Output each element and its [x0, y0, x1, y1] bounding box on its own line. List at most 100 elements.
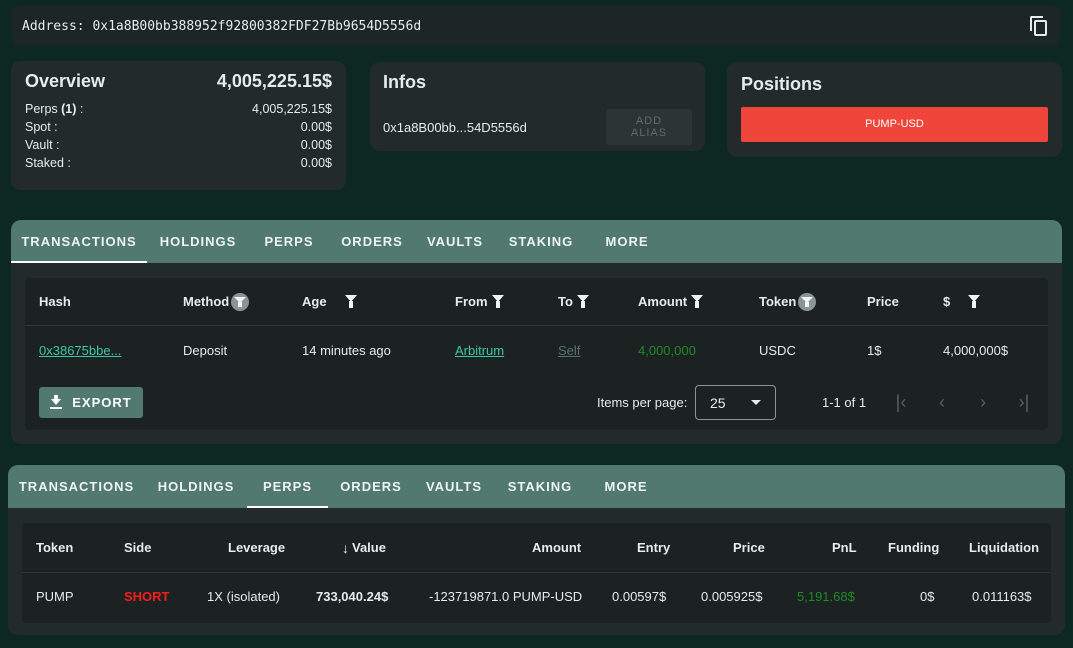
overview-row-perps: Perps (1) : 4,005,225.15$: [25, 100, 332, 118]
tx-usd: 4,000,000$: [943, 342, 1009, 358]
overview-label-count: (1): [61, 102, 77, 116]
overview-value: 0.00$: [300, 120, 332, 134]
perp-side: SHORT: [124, 588, 170, 604]
arrow-down-icon[interactable]: ↓: [342, 540, 349, 556]
short-address: 0x1a8B00bb...54D5556d: [383, 119, 527, 135]
tx-age: 14 minutes ago: [302, 342, 391, 358]
perp-entry: 0.00597$: [612, 588, 667, 604]
chevron-down-icon: [751, 400, 761, 405]
header-label: Side: [124, 540, 152, 555]
transactions-panel: TRANSACTIONS HOLDINGS PERPS ORDERS VAULT…: [11, 220, 1062, 444]
perps-table: Token Side Leverage ↓ Value Amount Entry …: [22, 523, 1051, 623]
perp-value: 733,040.24$: [316, 588, 389, 604]
table-row: 0x38675bbe... Deposit 14 minutes ago Arb…: [25, 326, 1048, 374]
prev-page-icon[interactable]: ‹: [932, 392, 952, 412]
tab-staking[interactable]: STAKING: [494, 465, 586, 508]
tx-token: USDC: [759, 342, 796, 358]
items-per-page-select[interactable]: 25: [695, 385, 776, 420]
tx-amount: 4,000,000: [638, 342, 696, 358]
filter-icon[interactable]: [576, 295, 589, 308]
tab-perps[interactable]: PERPS: [249, 220, 329, 263]
table-row: PUMP SHORT 1X (isolated) 733,040.24$ -12…: [22, 573, 1051, 619]
col-to: To: [558, 294, 589, 309]
overview-label: Staked :: [25, 156, 71, 170]
header-label: Liquidation: [969, 540, 1040, 555]
tab-orders[interactable]: ORDERS: [328, 465, 414, 508]
tab-more[interactable]: MORE: [586, 465, 666, 508]
col-token: Token: [759, 292, 817, 311]
tx-to-link[interactable]: Self: [558, 343, 580, 358]
infos-title: Infos: [383, 72, 426, 92]
tab-vaults[interactable]: VAULTS: [414, 465, 494, 508]
positions-card: Positions PUMP-USD: [727, 62, 1062, 157]
header-label: Amount: [638, 294, 688, 309]
tab-transactions[interactable]: TRANSACTIONS: [8, 465, 145, 508]
perp-amount: -123719871.0 PUMP-USD: [429, 588, 583, 604]
overview-label: Vault :: [25, 138, 60, 152]
first-page-icon[interactable]: |‹: [891, 392, 911, 412]
header-label: Token: [759, 294, 797, 309]
header-label: Funding: [888, 540, 940, 555]
tab-vaults[interactable]: VAULTS: [415, 220, 495, 263]
overview-label: Spot :: [25, 120, 58, 134]
perps-panel: TRANSACTIONS HOLDINGS PERPS ORDERS VAULT…: [8, 465, 1065, 635]
header-label: Hash: [39, 294, 71, 309]
filter-icon[interactable]: [691, 295, 704, 308]
tab-holdings[interactable]: HOLDINGS: [147, 220, 249, 263]
last-page-icon[interactable]: ›|: [1014, 392, 1034, 412]
address-text: Address: 0x1a8B00bb388952f92800382FDF27B…: [22, 18, 422, 34]
header-label: To: [558, 294, 573, 309]
header-label: PnL: [832, 540, 857, 555]
tab-bar: TRANSACTIONS HOLDINGS PERPS ORDERS VAULT…: [11, 220, 1062, 263]
tab-more[interactable]: MORE: [587, 220, 667, 263]
tx-from-link[interactable]: Arbitrum: [455, 343, 504, 358]
header-label: $: [943, 294, 951, 309]
infos-card: Infos 0x1a8B00bb...54D5556d ADD ALIAS: [370, 62, 705, 151]
copy-icon[interactable]: [1028, 15, 1050, 37]
header-label: From: [455, 294, 488, 309]
col-method: Method: [183, 292, 250, 311]
overview-row-spot: Spot : 0.00$: [25, 118, 332, 136]
items-per-page-value: 25: [710, 394, 726, 411]
overview-label-tail: :: [76, 102, 84, 116]
positions-title: Positions: [741, 74, 823, 94]
filter-icon[interactable]: [798, 292, 817, 311]
add-alias-button[interactable]: ADD ALIAS: [606, 109, 692, 145]
overview-row-staked: Staked : 0.00$: [25, 154, 332, 172]
perp-token: PUMP: [36, 588, 74, 604]
header-label: Value: [352, 540, 386, 555]
col-age: Age: [302, 294, 357, 309]
tab-holdings[interactable]: HOLDINGS: [145, 465, 247, 508]
tx-hash-link[interactable]: 0x38675bbe...: [39, 343, 121, 358]
filter-icon[interactable]: [344, 295, 357, 308]
perp-liquidation: 0.011163$: [972, 588, 1032, 604]
header-label: Method: [183, 294, 230, 309]
overview-card: Overview 4,005,225.15$ Perps (1) : 4,005…: [11, 61, 346, 190]
export-button[interactable]: EXPORT: [39, 387, 143, 418]
tx-method: Deposit: [183, 342, 228, 358]
position-button-pump-usd[interactable]: PUMP-USD: [741, 107, 1048, 142]
table-header: Hash Method Age From To Amount Token Pri…: [25, 278, 1048, 326]
tab-orders[interactable]: ORDERS: [329, 220, 415, 263]
tab-transactions[interactable]: TRANSACTIONS: [11, 220, 147, 263]
overview-value: 0.00$: [300, 156, 332, 170]
filter-icon[interactable]: [231, 292, 250, 311]
overview-value: 0.00$: [300, 138, 332, 152]
col-usd: $: [943, 294, 981, 309]
header-label: Entry: [637, 540, 671, 555]
overview-label: Perps: [25, 102, 62, 116]
filter-icon[interactable]: [491, 295, 504, 308]
header-label: Leverage: [228, 540, 286, 555]
tab-perps[interactable]: PERPS: [247, 465, 328, 508]
filter-icon[interactable]: [968, 295, 981, 308]
col-amount: Amount: [638, 294, 704, 309]
overview-value: 4,005,225.15$: [252, 102, 332, 116]
tab-staking[interactable]: STAKING: [495, 220, 587, 263]
header-label: Age: [302, 294, 327, 309]
perp-price: 0.005925$: [701, 588, 763, 604]
table-header: Token Side Leverage ↓ Value Amount Entry …: [22, 523, 1051, 573]
tab-bar: TRANSACTIONS HOLDINGS PERPS ORDERS VAULT…: [8, 465, 1065, 508]
header-label: Token: [36, 540, 74, 555]
col-price: Price: [867, 294, 899, 309]
next-page-icon[interactable]: ›: [973, 392, 993, 412]
